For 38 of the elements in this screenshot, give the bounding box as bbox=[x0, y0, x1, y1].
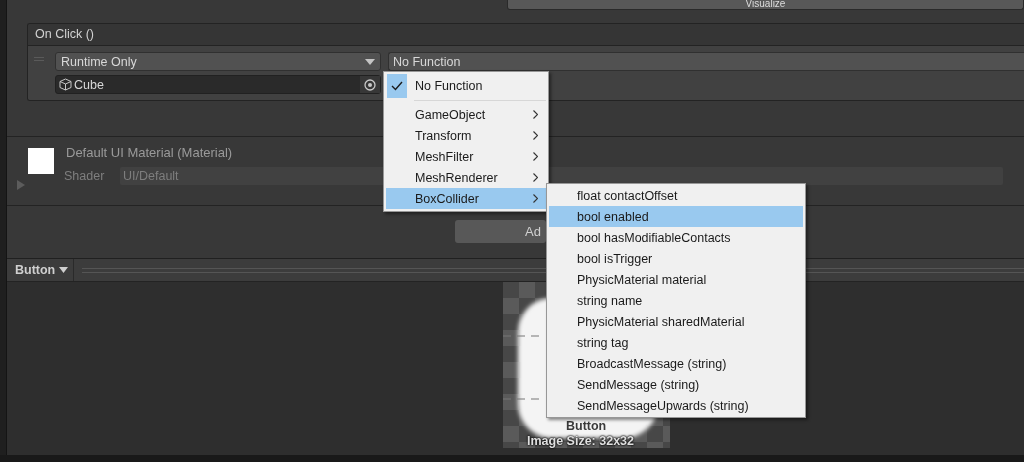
preview-title-dropdown[interactable]: Button bbox=[7, 259, 75, 281]
dropdown-arrow-icon bbox=[365, 58, 375, 65]
event-header: On Click () bbox=[28, 24, 1024, 46]
menu-item[interactable]: string name bbox=[549, 290, 803, 311]
runtime-dropdown[interactable]: Runtime Only bbox=[55, 52, 381, 71]
menu-item[interactable]: No Function bbox=[386, 74, 546, 98]
menu-item[interactable]: MeshFilter bbox=[386, 146, 546, 167]
shader-label: Shader bbox=[64, 169, 106, 183]
menu-item[interactable]: MeshRenderer bbox=[386, 167, 546, 188]
material-name: Default UI Material (Material) bbox=[66, 145, 233, 160]
image-size-label: Image Size: 32x32 bbox=[527, 434, 634, 448]
menu-item[interactable]: Transform bbox=[386, 125, 546, 146]
menu-item[interactable]: bool isTrigger bbox=[549, 248, 803, 269]
menu-item[interactable]: BroadcastMessage (string) bbox=[549, 353, 803, 374]
object-field[interactable]: Cube bbox=[55, 75, 381, 94]
chevron-right-icon bbox=[533, 110, 538, 119]
chevron-right-icon bbox=[533, 194, 538, 203]
menu-item[interactable]: float contactOffset bbox=[549, 185, 803, 206]
menu-item[interactable]: string tag bbox=[549, 332, 803, 353]
menu-item[interactable]: bool enabled bbox=[549, 206, 803, 227]
visualize-button[interactable]: Visualize bbox=[507, 0, 1024, 10]
material-swatch bbox=[28, 148, 54, 174]
add-component-button[interactable]: Ad bbox=[455, 220, 546, 243]
dropdown-arrow-icon bbox=[59, 267, 69, 273]
menu-item[interactable]: PhysicMaterial material bbox=[549, 269, 803, 290]
cube-icon bbox=[59, 78, 72, 91]
object-picker-icon[interactable] bbox=[364, 78, 376, 91]
chevron-right-icon bbox=[533, 173, 538, 182]
menu-item[interactable]: GameObject bbox=[386, 104, 546, 125]
chevron-right-icon bbox=[533, 131, 538, 140]
function-dropdown[interactable]: No Function bbox=[388, 52, 1024, 71]
menu-item[interactable]: PhysicMaterial sharedMaterial bbox=[549, 311, 803, 332]
preview-caption: Button bbox=[566, 419, 607, 433]
menu-item[interactable]: bool hasModifiableContacts bbox=[549, 227, 803, 248]
chevron-right-icon bbox=[533, 152, 538, 161]
menu-item[interactable]: SendMessageUpwards (string) bbox=[549, 395, 803, 416]
menu-item[interactable]: SendMessage (string) bbox=[549, 374, 803, 395]
menu-item[interactable]: BoxCollider bbox=[386, 188, 546, 209]
